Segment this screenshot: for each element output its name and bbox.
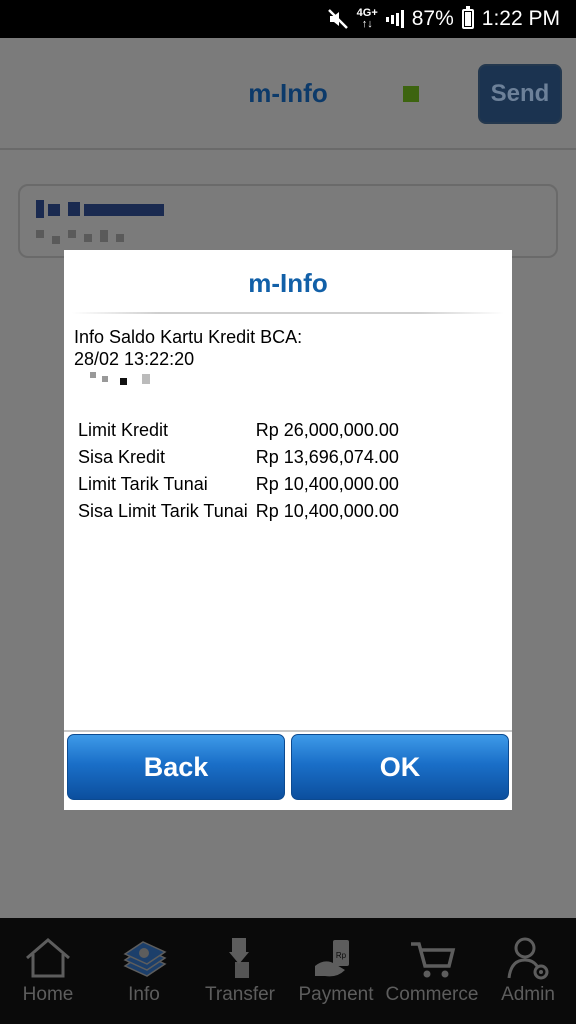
masked-pixel (116, 234, 124, 242)
dialog-title: m-Info (248, 268, 328, 298)
home-icon (26, 938, 70, 978)
admin-icon (507, 937, 549, 980)
masked-pixel (68, 230, 76, 238)
info-heading: Info Saldo Kartu Kredit BCA: (74, 327, 303, 347)
row-label: Limit Kredit (78, 420, 169, 440)
nav-label: Transfer (204, 984, 276, 1005)
nav-item-info[interactable]: Info (96, 918, 192, 1024)
send-button[interactable]: Send (478, 64, 562, 124)
info-dialog: m-Info Info Saldo Kartu Kredit BCA: 28/0… (64, 250, 512, 810)
dialog-content: Info Saldo Kartu Kredit BCA: 28/02 13:22… (64, 314, 512, 526)
masked-pixel (36, 230, 44, 238)
row-value: Rp 10,400,000.00 (255, 501, 399, 521)
nav-item-transfer[interactable]: Transfer (192, 918, 288, 1024)
svg-text:Rp: Rp (336, 951, 347, 960)
clock: 1:22 PM (481, 7, 560, 30)
payment-icon: Rp (315, 940, 349, 977)
battery-icon (461, 6, 474, 29)
status-indicator (403, 86, 419, 102)
row-label: Limit Tarik Tunai (78, 474, 208, 494)
app-header: m-Info Send (0, 38, 576, 150)
status-bar: 4G+ ↑↓ 87% 1:22 PM (0, 0, 576, 38)
masked-pixel (68, 202, 80, 216)
table-row: Sisa Kredit Rp 13,696,074.00 (74, 445, 403, 472)
masked-pixel (84, 204, 164, 216)
dialog-footer-divider (64, 730, 512, 732)
nav-item-commerce[interactable]: Commerce (384, 918, 480, 1024)
masked-pixel (48, 204, 60, 216)
masked-pixel (36, 200, 44, 218)
nav-item-payment[interactable]: Rp Payment (288, 918, 384, 1024)
row-value: Rp 26,000,000.00 (255, 420, 399, 440)
info-icon (123, 941, 167, 977)
masked-pixel (52, 236, 60, 244)
commerce-icon (411, 942, 456, 978)
masked-pixel (100, 230, 108, 242)
table-row: Limit Tarik Tunai Rp 10,400,000.00 (74, 472, 403, 499)
nav-item-admin[interactable]: Admin (480, 918, 576, 1024)
info-table: Limit Kredit Rp 26,000,000.00 Sisa Kredi… (74, 418, 403, 526)
nav-label: Home (22, 984, 74, 1005)
account-field[interactable] (18, 184, 558, 258)
nav-label: Commerce (385, 984, 479, 1005)
nav-label: Info (128, 984, 160, 1005)
network-4g-icon: 4G+ ↑↓ (356, 7, 378, 30)
mute-icon (327, 8, 349, 30)
back-button[interactable]: Back (67, 734, 285, 800)
masked-card-number (74, 370, 502, 392)
battery-percent: 87% (411, 7, 454, 30)
nav-label: Payment (298, 984, 374, 1005)
bottom-nav: Home Info Transfer Rp Payment Commerce A… (0, 918, 576, 1024)
ok-button[interactable]: OK (291, 734, 509, 800)
signal-icon (385, 10, 404, 28)
row-label: Sisa Kredit (78, 447, 166, 467)
table-row: Sisa Limit Tarik Tunai Rp 10,400,000.00 (74, 499, 403, 526)
row-value: Rp 13,696,074.00 (255, 447, 399, 467)
nav-label: Admin (501, 984, 555, 1005)
transfer-icon (229, 938, 249, 978)
nav-item-home[interactable]: Home (0, 918, 96, 1024)
info-datetime: 28/02 13:22:20 (74, 349, 195, 369)
row-label: Sisa Limit Tarik Tunai (78, 501, 248, 521)
table-row: Limit Kredit Rp 26,000,000.00 (74, 418, 403, 445)
masked-pixel (84, 234, 92, 242)
row-value: Rp 10,400,000.00 (255, 474, 399, 494)
